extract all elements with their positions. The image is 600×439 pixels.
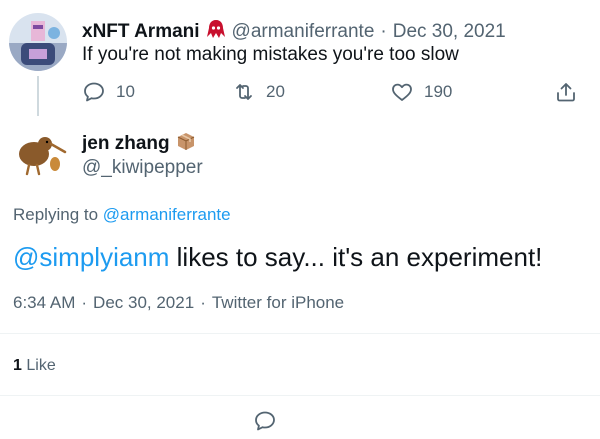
- like-button[interactable]: 190: [390, 80, 452, 104]
- retweet-button[interactable]: 20: [232, 80, 285, 104]
- likes-stat[interactable]: 1 Like: [13, 357, 56, 375]
- package-emoji-icon: [176, 131, 196, 156]
- mention-link[interactable]: @simplyianm: [13, 242, 169, 272]
- parent-avatar[interactable]: [9, 13, 67, 71]
- parent-tweet-text: If you're not making mistakes you're too…: [82, 44, 459, 65]
- reply-button[interactable]: 10: [82, 80, 135, 104]
- reply-icon: [255, 411, 275, 431]
- separator-dot: ·: [380, 20, 387, 42]
- thread-connector-line: [37, 76, 39, 116]
- divider-top: [0, 333, 600, 334]
- nft-avatar-image: [9, 13, 67, 71]
- share-button[interactable]: [554, 80, 578, 104]
- replying-to-label: Replying to: [13, 205, 99, 224]
- share-icon: [557, 83, 575, 102]
- meta-separator: ·: [200, 293, 206, 312]
- reply-count: 10: [116, 82, 135, 101]
- reply-icon: [84, 82, 104, 102]
- divider-bottom: [0, 395, 600, 396]
- main-reply-button[interactable]: [253, 409, 277, 438]
- likes-label: Like: [26, 357, 56, 374]
- kiwi-bird-avatar-image: [9, 122, 67, 180]
- retweet-count: 20: [266, 82, 285, 101]
- tweet-date[interactable]: Dec 30, 2021: [93, 293, 194, 313]
- body-text: likes to say... it's an experiment!: [169, 242, 543, 272]
- parent-date[interactable]: Dec 30, 2021: [393, 21, 506, 43]
- tweet-meta: 6:34 AM · Dec 30, 2021 · Twitter for iPh…: [13, 293, 344, 313]
- main-avatar[interactable]: [9, 122, 67, 180]
- like-count: 190: [424, 82, 453, 101]
- retweet-icon: [236, 84, 252, 100]
- meta-separator: ·: [81, 293, 88, 312]
- parent-handle[interactable]: @armaniferrante: [232, 21, 375, 43]
- main-tweet-body: @simplyianm likes to say... it's an expe…: [13, 242, 542, 273]
- tweet-source[interactable]: Twitter for iPhone: [212, 293, 344, 313]
- main-display-name[interactable]: jen zhang: [82, 133, 170, 155]
- squid-emoji-icon: [206, 19, 226, 44]
- heart-icon: [392, 83, 412, 101]
- replying-to-line: Replying to @armaniferrante: [13, 205, 231, 225]
- parent-display-name[interactable]: xNFT Armani: [82, 21, 200, 43]
- parent-tweet-header: xNFT Armani @armaniferrante · Dec 30, 20…: [82, 19, 506, 44]
- likes-count: 1: [13, 357, 22, 374]
- main-tweet-name-row: jen zhang: [82, 131, 196, 156]
- replying-to-handle-link[interactable]: @armaniferrante: [103, 205, 231, 224]
- tweet-time[interactable]: 6:34 AM: [13, 293, 75, 313]
- main-handle[interactable]: @_kiwipepper: [82, 157, 203, 179]
